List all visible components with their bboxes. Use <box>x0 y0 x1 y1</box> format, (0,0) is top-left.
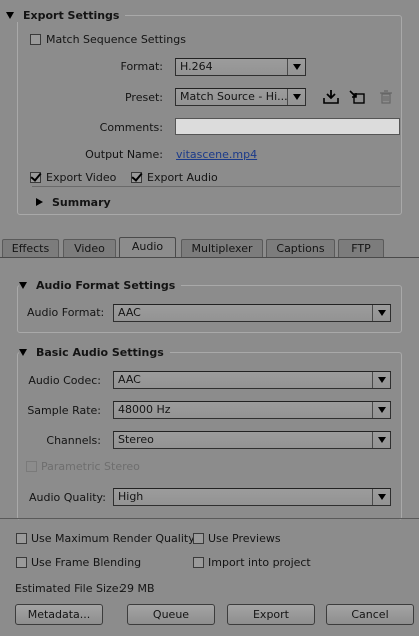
summary-divider <box>32 186 400 187</box>
frame-blending-label: Use Frame Blending <box>31 556 142 569</box>
tab-audio[interactable]: Audio <box>119 237 176 258</box>
basic-audio-header[interactable]: Basic Audio Settings <box>19 345 170 359</box>
use-previews-label: Use Previews <box>208 532 281 545</box>
export-audio-checkbox[interactable] <box>131 172 142 183</box>
tab-multiplexer[interactable]: Multiplexer <box>181 239 263 258</box>
chevron-down-icon <box>287 59 305 75</box>
summary-title: Summary <box>52 195 111 209</box>
match-sequence-label: Match Sequence Settings <box>46 33 186 46</box>
format-label: Format: <box>120 60 163 73</box>
import-project-label: Import into project <box>208 556 311 569</box>
preset-label: Preset: <box>124 91 163 104</box>
comments-field[interactable] <box>175 118 400 135</box>
export-audio-label: Export Audio <box>147 171 218 184</box>
audio-format-label: Audio Format: <box>27 306 105 319</box>
parametric-stereo-label: Parametric Stereo <box>41 460 140 473</box>
summary-header[interactable]: Summary <box>36 195 117 209</box>
metadata-button[interactable]: Metadata... <box>15 604 103 625</box>
max-render-checkbox[interactable] <box>16 533 27 544</box>
channels-value: Stereo <box>118 433 154 446</box>
collapse-triangle-icon[interactable] <box>6 11 14 19</box>
delete-preset-icon[interactable] <box>377 89 395 105</box>
audio-codec-value: AAC <box>118 373 141 386</box>
sample-rate-value: 48000 Hz <box>118 403 171 416</box>
audio-format-dropdown[interactable]: AAC <box>113 304 391 322</box>
tab-captions[interactable]: Captions <box>266 239 335 258</box>
output-name-link[interactable]: vitascene.mp4 <box>176 148 257 161</box>
basic-audio-title: Basic Audio Settings <box>36 345 164 359</box>
audio-quality-value: High <box>118 490 144 503</box>
save-preset-icon[interactable] <box>322 89 340 105</box>
channels-dropdown[interactable]: Stereo <box>113 431 391 449</box>
preset-dropdown[interactable]: Match Source - Hi... <box>175 88 306 106</box>
export-video-label: Export Video <box>46 171 117 184</box>
file-size-value: 29 MB <box>120 582 155 595</box>
export-settings-title: Export Settings <box>23 8 120 22</box>
audio-format-title: Audio Format Settings <box>36 278 176 292</box>
export-settings-header[interactable]: Export Settings <box>6 8 126 22</box>
use-previews-checkbox[interactable] <box>193 533 204 544</box>
preset-value: Match Source - Hi... <box>180 90 288 103</box>
tab-video[interactable]: Video <box>63 239 116 258</box>
audio-codec-dropdown[interactable]: AAC <box>113 371 391 389</box>
audio-quality-label: Audio Quality: <box>29 491 106 504</box>
queue-button[interactable]: Queue <box>127 604 215 625</box>
export-video-checkbox[interactable] <box>30 172 41 183</box>
tab-ftp[interactable]: FTP <box>338 239 384 258</box>
sample-rate-label: Sample Rate: <box>27 404 101 417</box>
audio-format-value: AAC <box>118 306 141 319</box>
file-size-label: Estimated File Size: <box>15 582 123 595</box>
max-render-label: Use Maximum Render Quality <box>31 532 195 545</box>
output-name-label: Output Name: <box>85 148 163 161</box>
format-value: H.264 <box>180 60 213 73</box>
import-preset-icon[interactable] <box>348 89 366 105</box>
cancel-button[interactable]: Cancel <box>326 604 414 625</box>
tab-underline <box>0 257 419 258</box>
collapse-triangle-icon[interactable] <box>19 348 27 356</box>
channels-label: Channels: <box>46 434 101 447</box>
chevron-down-icon <box>372 372 390 388</box>
audio-codec-label: Audio Codec: <box>28 374 101 387</box>
chevron-down-icon <box>372 432 390 448</box>
format-dropdown[interactable]: H.264 <box>175 58 306 76</box>
tab-effects[interactable]: Effects <box>2 239 59 258</box>
chevron-down-icon <box>372 402 390 418</box>
audio-format-header[interactable]: Audio Format Settings <box>19 278 182 292</box>
sample-rate-dropdown[interactable]: 48000 Hz <box>113 401 391 419</box>
export-button[interactable]: Export <box>227 604 315 625</box>
audio-quality-dropdown[interactable]: High <box>113 488 391 506</box>
collapse-triangle-icon[interactable] <box>19 281 27 289</box>
import-project-checkbox[interactable] <box>193 557 204 568</box>
chevron-down-icon <box>372 489 390 505</box>
chevron-down-icon <box>372 305 390 321</box>
settings-tabstrip: Effects Video Audio Multiplexer Captions… <box>0 237 419 258</box>
expand-triangle-icon[interactable] <box>36 198 43 206</box>
scroll-area-divider <box>0 518 419 519</box>
frame-blending-checkbox[interactable] <box>16 557 27 568</box>
parametric-stereo-checkbox[interactable] <box>26 461 37 472</box>
comments-label: Comments: <box>99 121 163 134</box>
chevron-down-icon <box>287 89 305 105</box>
match-sequence-checkbox[interactable] <box>30 34 41 45</box>
